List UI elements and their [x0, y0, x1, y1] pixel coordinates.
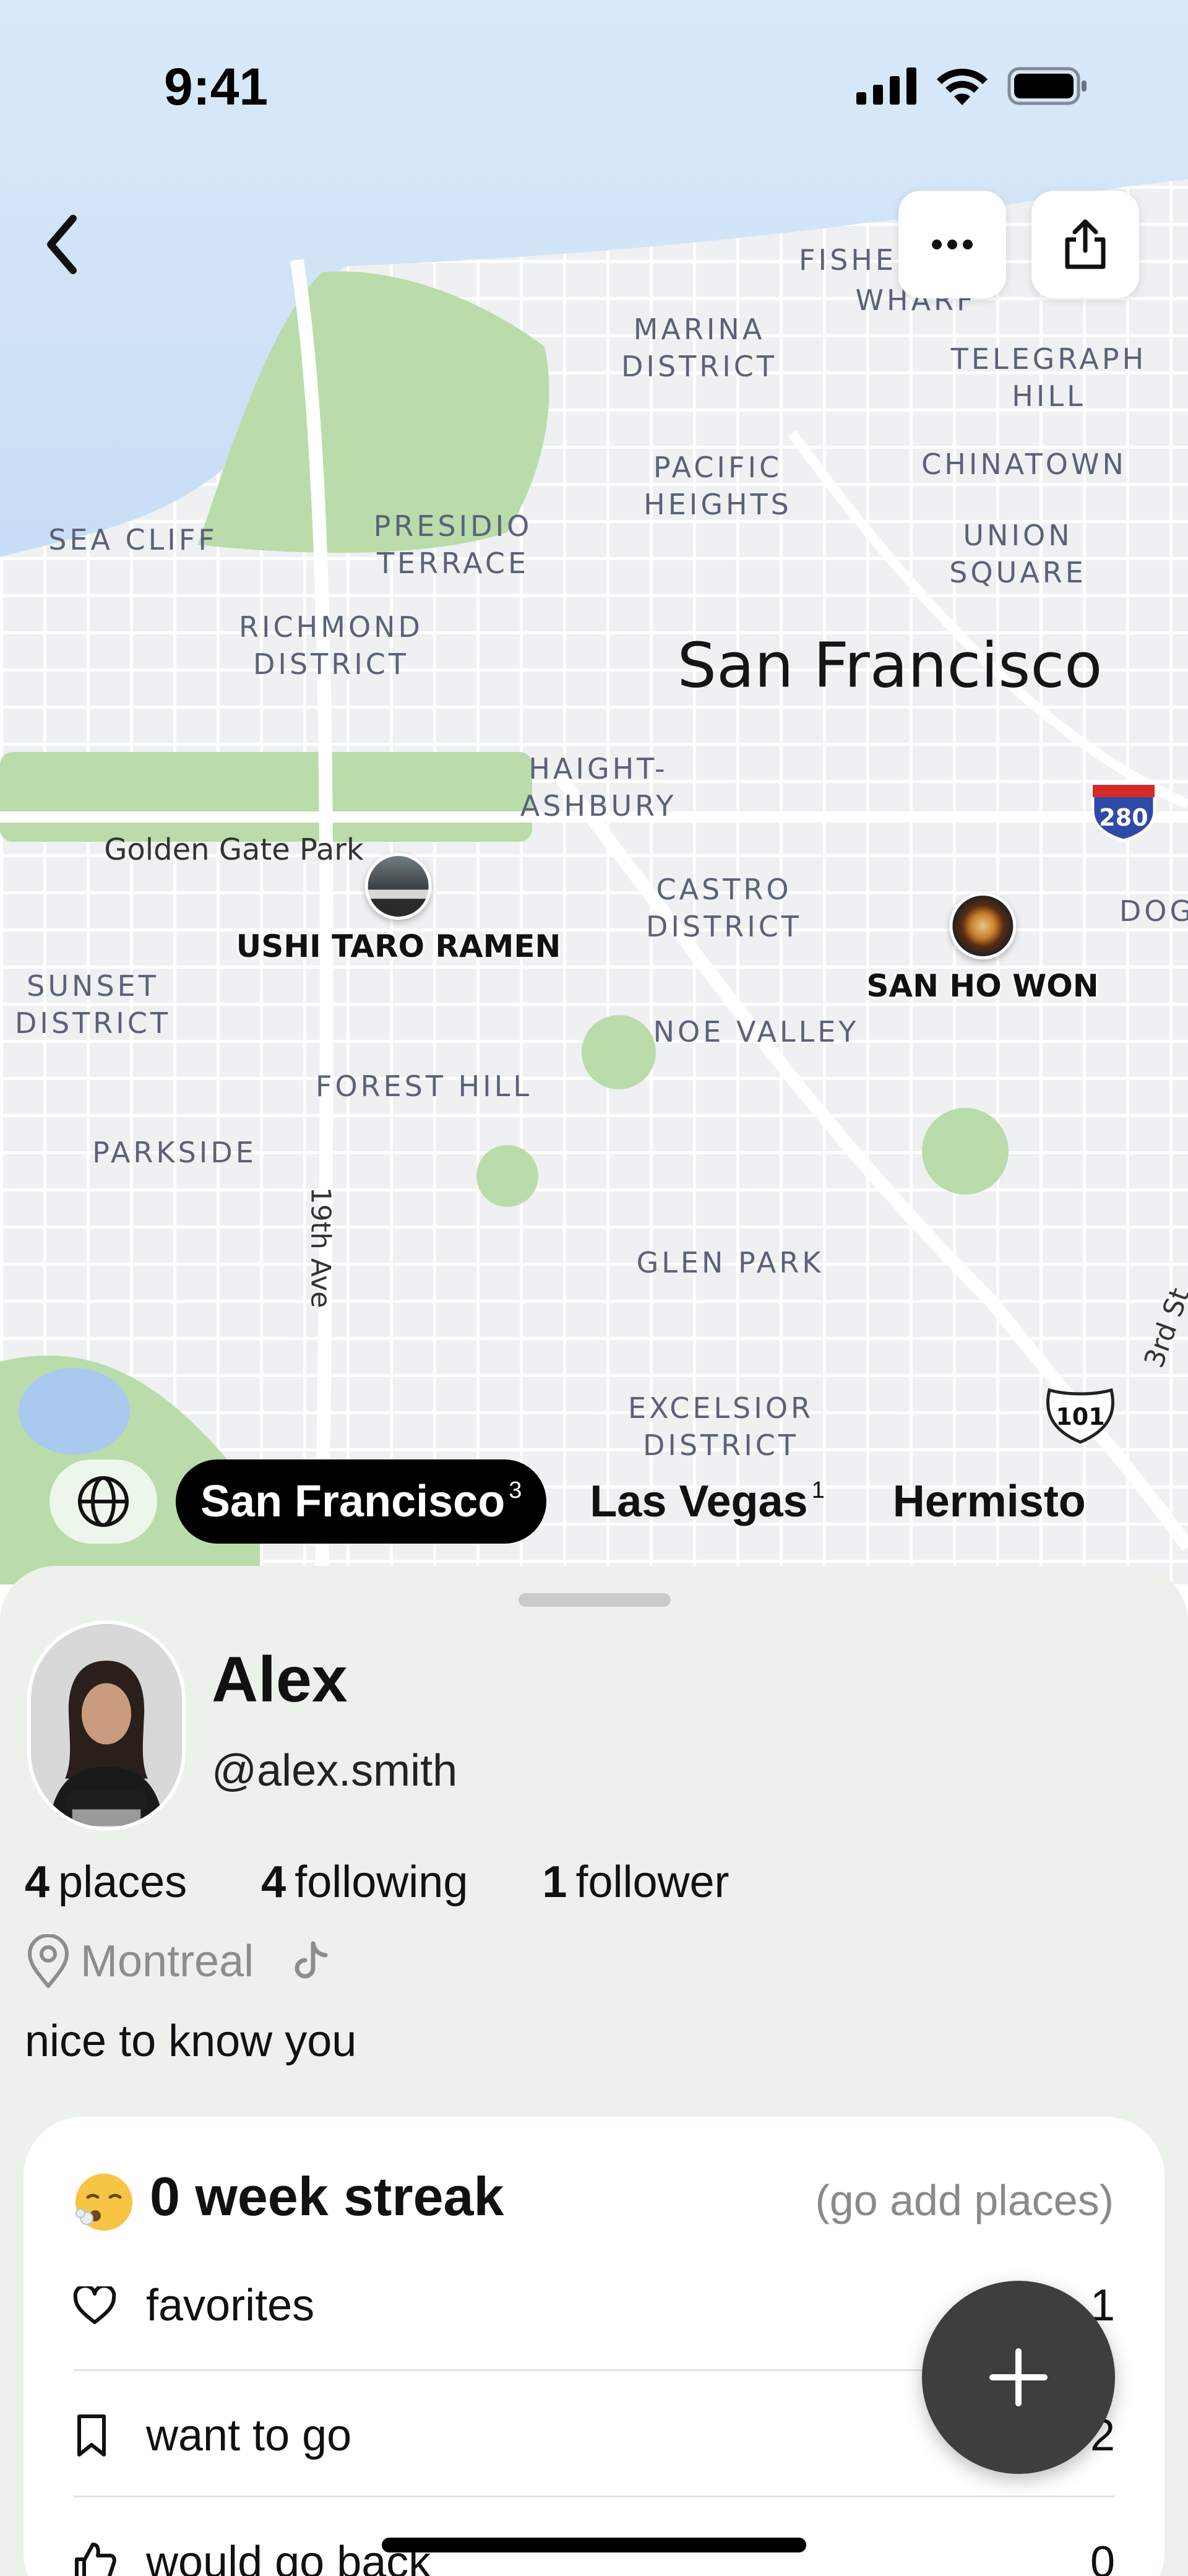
city-filter-chips: San Francisco 3 Las Vegas 1 Hermisto — [50, 1459, 1086, 1544]
city-chip-san-francisco[interactable]: San Francisco 3 — [176, 1459, 547, 1544]
cellular-signal-icon — [856, 67, 916, 105]
profile-bio: nice to know you — [25, 2016, 357, 2066]
district-label-pacific-heights: PACIFIC HEIGHTS — [644, 451, 792, 521]
district-label-marina: MARINA DISTRICT — [621, 313, 778, 383]
globe-icon — [78, 1476, 129, 1527]
profile-stats: 4 places 4 following 1 follower — [25, 1857, 730, 1908]
shield-101-text: 101 — [1056, 1403, 1104, 1430]
interstate-shield-icon: 280 — [1088, 780, 1160, 842]
district-label-haight-ashbury: HAIGHT- ASHBURY — [520, 752, 677, 823]
city-chip-label: San Francisco — [200, 1477, 506, 1526]
home-indicator — [382, 2538, 806, 2552]
city-chip-label: Hermisto — [892, 1477, 1086, 1526]
more-options-button[interactable] — [898, 191, 1006, 298]
share-button[interactable] — [1031, 191, 1139, 298]
pin-label: USHI TARO RAMEN — [236, 928, 561, 964]
map-pin-san-ho-won[interactable]: SAN HO WON — [866, 893, 1099, 1004]
district-label-forest-hill: FOREST HILL — [315, 1070, 533, 1103]
district-label-sunset: SUNSET DISTRICT — [14, 969, 171, 1040]
status-time: 9:41 — [164, 58, 269, 116]
district-label-glen-park: GLEN PARK — [636, 1246, 824, 1279]
district-label-richmond: RICHMOND DISTRICT — [239, 610, 423, 681]
profile-photo — [31, 1625, 182, 1826]
city-chip-count: 3 — [509, 1477, 522, 1503]
district-label-telegraph-hill: TELEGRAPH HILL — [950, 342, 1147, 413]
stat-places[interactable]: 4 places — [25, 1857, 187, 1908]
back-button[interactable] — [34, 210, 90, 279]
all-cities-button[interactable] — [50, 1459, 157, 1544]
us-route-shield-icon: 101 — [1042, 1386, 1119, 1445]
shield-280-text: 280 — [1099, 804, 1148, 831]
pin-label: SAN HO WON — [866, 968, 1099, 1004]
district-label-excelsior: EXCELSIOR DISTRICT — [628, 1391, 814, 1462]
streak-title: 0 week streak — [150, 2166, 504, 2227]
battery-icon — [1007, 67, 1087, 105]
avatar[interactable] — [27, 1620, 186, 1831]
tiktok-icon[interactable] — [288, 1940, 332, 1983]
bookmark-icon — [77, 2414, 106, 2457]
district-label-union-square: UNION SQUARE — [949, 519, 1087, 589]
district-label-sea-cliff: SEA CLIFF — [48, 523, 218, 556]
status-icons — [856, 67, 1089, 105]
profile-name: Alex — [212, 1644, 348, 1716]
add-place-button[interactable] — [922, 2281, 1115, 2474]
dish-photo-icon — [949, 893, 1016, 959]
streak-emoji-icon — [73, 2171, 135, 2233]
city-chip-hermiston[interactable]: Hermisto — [868, 1459, 1086, 1544]
map-pin-ushi-taro-ramen[interactable]: USHI TARO RAMEN — [236, 853, 561, 964]
district-label-dogpatch: DOG — [1119, 894, 1188, 928]
map-city-label: San Francisco — [677, 629, 1103, 702]
profile-location: Montreal — [80, 1937, 254, 1986]
city-chip-las-vegas[interactable]: Las Vegas 1 — [565, 1459, 849, 1544]
district-label-parkside: PARKSIDE — [92, 1136, 257, 1169]
list-divider — [73, 2496, 1115, 2497]
city-chip-count: 1 — [811, 1477, 825, 1503]
ellipsis-icon — [932, 240, 973, 249]
heart-icon — [73, 2286, 116, 2324]
thumbs-up-icon — [75, 2543, 116, 2576]
ramen-shop-photo-icon — [364, 853, 432, 920]
list-item-count: 0 — [1090, 2538, 1115, 2576]
map-view[interactable]: MARINA DISTRICT PACIFIC HEIGHTS TELEGRAP… — [0, 0, 1188, 1584]
stat-followers[interactable]: 1 follower — [542, 1857, 729, 1908]
share-icon — [1065, 219, 1106, 269]
district-label-presidio-terrace: PRESIDIO TERRACE — [373, 509, 533, 580]
plus-icon — [989, 2348, 1048, 2406]
district-label-castro: CASTRO DISTRICT — [645, 873, 803, 943]
road-label-19th-ave: 19th Ave — [304, 1186, 337, 1308]
district-label-chinatown: CHINATOWN — [921, 447, 1127, 481]
district-label-fisherman: FISHE — [799, 243, 897, 277]
profile-handle: @alex.smith — [212, 1746, 458, 1796]
city-chip-label: Las Vegas — [590, 1477, 808, 1526]
chevron-left-icon — [47, 215, 77, 274]
stat-following[interactable]: 4 following — [261, 1857, 468, 1908]
district-label-noe-valley: NOE VALLEY — [653, 1015, 859, 1048]
sheet-grabber-handle[interactable] — [519, 1593, 671, 1607]
streak-hint[interactable]: (go add places) — [815, 2176, 1114, 2225]
profile-location-row: Montreal — [25, 1934, 332, 1989]
location-pin-icon — [28, 1934, 69, 1988]
wifi-icon — [937, 69, 988, 105]
